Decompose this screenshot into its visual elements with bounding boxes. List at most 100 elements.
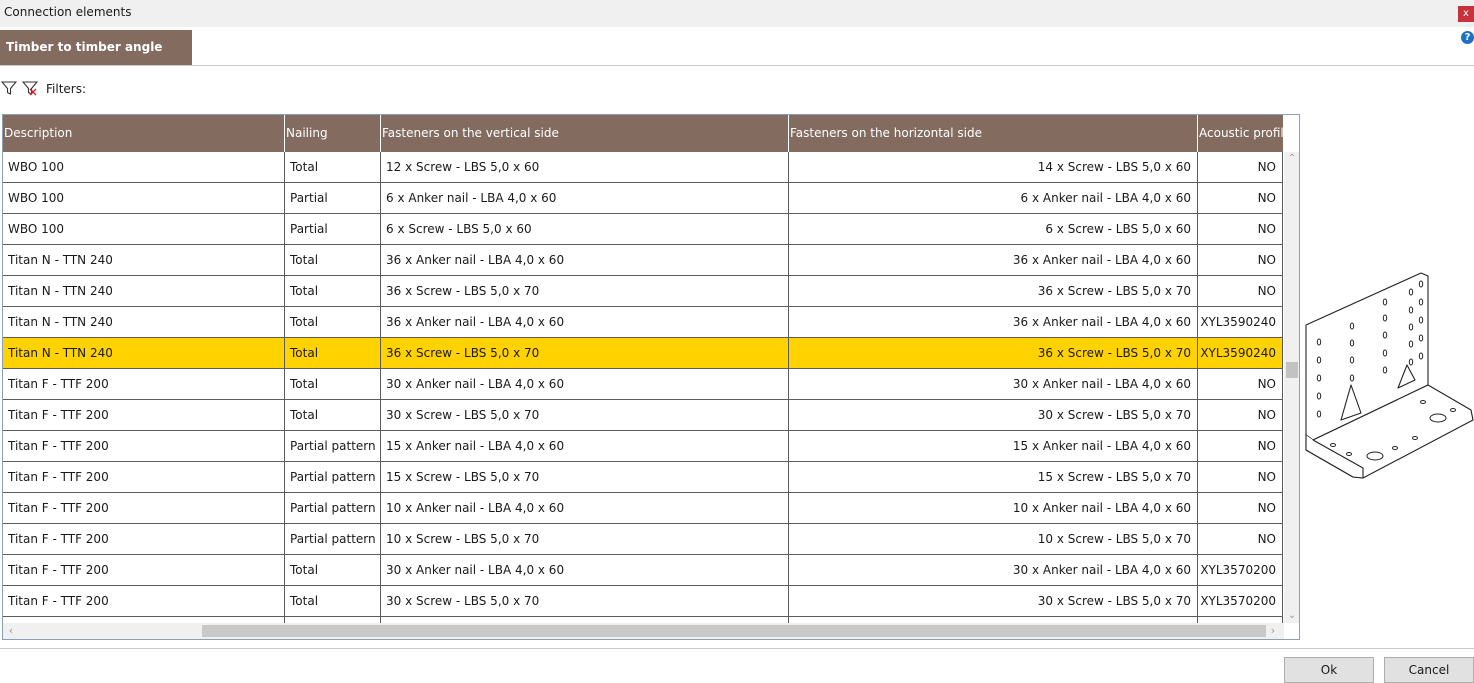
cell-vertical-fasteners: 6 x Anker nail - LBA 4,0 x 60 xyxy=(381,183,789,214)
cell-vertical-fasteners: 36 x Anker nail - LBA 4,0 x 60 xyxy=(381,307,789,338)
cell-description: Titan N - TTN 240 xyxy=(3,276,285,307)
cell-horizontal-fasteners: 30 x Anker nail - LBA 4,0 x 60 xyxy=(789,369,1198,400)
cell-horizontal-fasteners: 30 x Screw - LBS 5,0 x 70 xyxy=(789,586,1198,617)
cell-acoustic-profile: XYL3570200 xyxy=(1198,586,1283,617)
cell-description: WBO 100 xyxy=(3,183,285,214)
cell-acoustic-profile: NO xyxy=(1198,183,1283,214)
cell-horizontal-fasteners: 14 x Screw - LBS 5,0 x 60 xyxy=(789,152,1198,183)
cell-vertical-fasteners: 30 x Anker nail - LBA 4,0 x 60 xyxy=(381,369,789,400)
cell-horizontal-fasteners: 6 x Anker nail - LBA 4,0 x 60 xyxy=(789,183,1198,214)
table-row[interactable]: Titan N - TTN 240 Total 36 x Anker nail - … xyxy=(3,307,1283,338)
cell-nailing: Partial pattern 3 xyxy=(285,431,381,462)
horizontal-scrollbar[interactable]: ‹ › xyxy=(3,623,1284,639)
cell-nailing: Total xyxy=(285,152,381,183)
cell-acoustic-profile: NO xyxy=(1198,493,1283,524)
cell-nailing: Partial pattern 2 xyxy=(285,493,381,524)
cell-description: Titan F - TTF 200 xyxy=(3,462,285,493)
filter-icon[interactable] xyxy=(1,80,17,96)
cell-description: Titan F - TTF 200 xyxy=(3,493,285,524)
cell-vertical-fasteners: 30 x Screw - LBS 5,0 x 70 xyxy=(381,400,789,431)
angle-bracket-illustration xyxy=(1305,272,1474,479)
column-header-horizontal-fasteners[interactable]: Fasteners on the horizontal side xyxy=(789,115,1198,152)
close-button[interactable]: x xyxy=(1458,6,1474,22)
cell-acoustic-profile: XYL3590240 xyxy=(1198,338,1283,369)
table-row[interactable]: Titan F - TTF 200 Total 30 x Screw - LBS 5… xyxy=(3,586,1283,617)
table-row[interactable]: WBO 100 Partial 6 x Screw - LBS 5,0 x 60 6 … xyxy=(3,214,1283,245)
cell-horizontal-fasteners: 36 x Screw - LBS 5,0 x 70 xyxy=(789,276,1198,307)
table-header: Description Nailing Fasteners on the ver… xyxy=(3,115,1283,152)
table-row[interactable]: Titan F - TTF 200 Partial pattern 3 15 x A… xyxy=(3,431,1283,462)
cell-acoustic-profile: XYL3590240 xyxy=(1198,307,1283,338)
cell-description: Titan F - TTF 200 xyxy=(3,431,285,462)
scroll-right-icon[interactable]: › xyxy=(1265,623,1281,639)
cell-description: Titan N - TTN 240 xyxy=(3,307,285,338)
cell-vertical-fasteners: 10 x Screw - LBS 5,0 x 70 xyxy=(381,524,789,555)
table-row[interactable]: Titan F - TTF 200 Partial pattern 2 10 x S… xyxy=(3,524,1283,555)
cell-acoustic-profile: NO xyxy=(1198,276,1283,307)
cell-horizontal-fasteners: 36 x Anker nail - LBA 4,0 x 60 xyxy=(789,245,1198,276)
table-row[interactable]: Titan F - TTF 200 Partial pattern 2 10 x A… xyxy=(3,493,1283,524)
vertical-scrollbar[interactable]: ⌃ ⌄ xyxy=(1284,152,1299,623)
question-circle-icon[interactable]: ? xyxy=(1461,31,1474,44)
clear-filter-icon[interactable] xyxy=(22,80,38,96)
cell-acoustic-profile: NO xyxy=(1198,431,1283,462)
cell-nailing: Partial xyxy=(285,214,381,245)
scroll-up-icon[interactable]: ⌃ xyxy=(1284,152,1299,166)
horizontal-scroll-thumb[interactable] xyxy=(202,625,1266,637)
ok-button[interactable]: Ok xyxy=(1284,657,1374,683)
cell-horizontal-fasteners: 15 x Anker nail - LBA 4,0 x 60 xyxy=(789,431,1198,462)
cell-horizontal-fasteners: 10 x Anker nail - LBA 4,0 x 60 xyxy=(789,493,1198,524)
cell-horizontal-fasteners: 10 x Screw - LBS 5,0 x 70 xyxy=(789,524,1198,555)
cell-nailing: Total xyxy=(285,276,381,307)
table-row[interactable]: WBO 100 Partial 6 x Anker nail - LBA 4,0 x… xyxy=(3,183,1283,214)
table-row[interactable]: Titan N - TTN 240 Total 36 x Screw - LBS 5… xyxy=(3,276,1283,307)
column-header-vertical-fasteners[interactable]: Fasteners on the vertical side xyxy=(381,115,789,152)
table-row[interactable]: Titan F - TTF 200 Total 30 x Anker nail - … xyxy=(3,555,1283,586)
cell-nailing: Partial pattern 3 xyxy=(285,462,381,493)
cell-horizontal-fasteners: 36 x Screw - LBS 5,0 x 70 xyxy=(789,338,1198,369)
scroll-left-icon[interactable]: ‹ xyxy=(3,623,19,639)
cell-description: Titan N - TTN 240 xyxy=(3,245,285,276)
cell-description: Titan F - TTF 200 xyxy=(3,400,285,431)
table-row[interactable]: Titan N - TTN 240 Total 36 x Anker nail - … xyxy=(3,245,1283,276)
cell-horizontal-fasteners: 36 x Anker nail - LBA 4,0 x 60 xyxy=(789,307,1198,338)
cancel-button[interactable]: Cancel xyxy=(1384,657,1474,683)
cell-vertical-fasteners: 10 x Anker nail - LBA 4,0 x 60 xyxy=(381,493,789,524)
cell-acoustic-profile: NO xyxy=(1198,462,1283,493)
cell-vertical-fasteners: 30 x Screw - LBS 5,0 x 70 xyxy=(381,586,789,617)
cell-nailing: Total xyxy=(285,307,381,338)
connection-elements-table: Description Nailing Fasteners on the ver… xyxy=(2,114,1300,640)
cell-nailing: Total xyxy=(285,338,381,369)
cell-description: Titan F - TTF 200 xyxy=(3,524,285,555)
cell-nailing: Total xyxy=(285,400,381,431)
vertical-scroll-thumb[interactable] xyxy=(1286,362,1298,378)
cell-description: Titan F - TTF 200 xyxy=(3,369,285,400)
cell-vertical-fasteners: 36 x Screw - LBS 5,0 x 70 xyxy=(381,276,789,307)
cell-vertical-fasteners: 15 x Screw - LBS 5,0 x 70 xyxy=(381,462,789,493)
cell-description: WBO 100 xyxy=(3,214,285,245)
cell-nailing: Total xyxy=(285,586,381,617)
cell-description: Titan F - TTF 200 xyxy=(3,555,285,586)
column-header-nailing[interactable]: Nailing xyxy=(285,115,381,152)
cell-nailing: Total xyxy=(285,369,381,400)
column-header-acoustic-profile[interactable]: Acoustic profile xyxy=(1198,115,1283,152)
column-header-description[interactable]: Description xyxy=(3,115,285,152)
footer-divider xyxy=(0,648,1474,649)
cell-acoustic-profile: NO xyxy=(1198,524,1283,555)
table-row[interactable]: Titan F - TTF 200 Partial pattern 3 15 x S… xyxy=(3,462,1283,493)
cell-vertical-fasteners: 36 x Anker nail - LBA 4,0 x 60 xyxy=(381,245,789,276)
cell-vertical-fasteners: 36 x Screw - LBS 5,0 x 70 xyxy=(381,338,789,369)
tab-timber-angle-bracket[interactable]: Timber to timber angle bracket xyxy=(0,30,192,89)
table-row[interactable]: Titan N - TTN 240 Total 36 x Screw - LBS 5… xyxy=(3,338,1283,369)
table-row[interactable]: Titan F - TTF 200 Total 30 x Screw - LBS 5… xyxy=(3,400,1283,431)
cell-horizontal-fasteners: 15 x Screw - LBS 5,0 x 70 xyxy=(789,462,1198,493)
table-row[interactable]: WBO 100 Total 12 x Screw - LBS 5,0 x 60 14 … xyxy=(3,152,1283,183)
tab-divider xyxy=(0,65,1474,66)
filters-label: Filters: xyxy=(46,82,87,96)
cell-description: WBO 100 xyxy=(3,152,285,183)
cell-nailing: Total xyxy=(285,555,381,586)
cell-vertical-fasteners: 30 x Anker nail - LBA 4,0 x 60 xyxy=(381,555,789,586)
scroll-down-icon[interactable]: ⌄ xyxy=(1284,609,1299,623)
cell-acoustic-profile: NO xyxy=(1198,369,1283,400)
table-row[interactable]: Titan F - TTF 200 Total 30 x Anker nail - … xyxy=(3,369,1283,400)
